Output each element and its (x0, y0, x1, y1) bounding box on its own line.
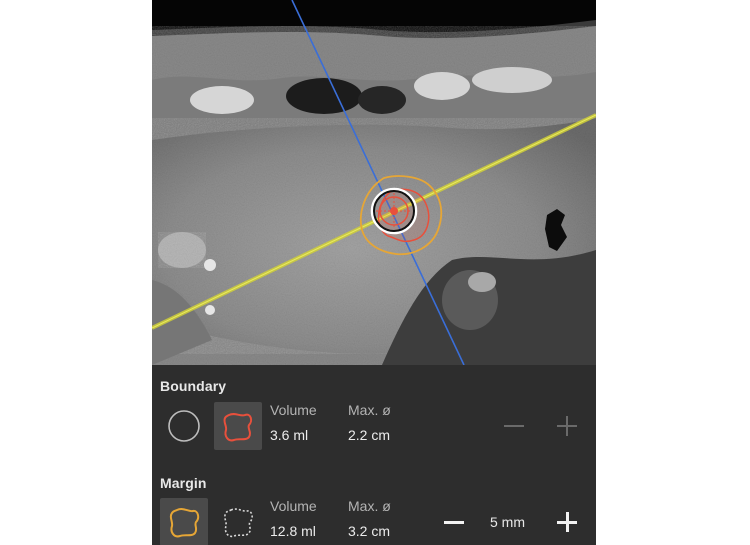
margin-volume-label: Volume (270, 498, 317, 514)
margin-volume-value: 12.8 ml (270, 523, 316, 539)
boundary-increase-button[interactable] (554, 413, 580, 439)
boundary-diameter-label: Max. ø (348, 402, 391, 418)
minus-icon (444, 520, 464, 524)
ct-scan-image (152, 0, 596, 365)
ablation-planning-panel: Boundary Volume 3.6 ml Max. ø 2.2 cm Mar… (152, 0, 596, 545)
dotted-freeform-shape-icon (224, 508, 253, 538)
margin-diameter-value: 3.2 cm (348, 523, 391, 539)
boundary-freeform-tool-button[interactable] (214, 402, 262, 450)
boundary-decrease-button[interactable] (501, 413, 527, 439)
boundary-volume-label: Volume (270, 402, 317, 418)
margin-freeform-tool-button[interactable] (160, 498, 208, 545)
margin-size-value: 5 mm (490, 514, 525, 530)
margin-decrease-button[interactable] (441, 509, 467, 535)
boundary-diameter-value: 2.2 cm (348, 427, 391, 443)
plus-icon (566, 416, 568, 436)
red-freeform-shape-icon (223, 413, 253, 442)
boundary-section-title: Boundary (160, 378, 227, 394)
boundary-volume-value: 3.6 ml (270, 427, 309, 443)
margin-increase-button[interactable] (554, 509, 580, 535)
minus-icon (504, 425, 524, 427)
margin-dotted-tool-button[interactable] (214, 498, 262, 545)
circle-tool-button[interactable] (160, 402, 208, 450)
margin-diameter-label: Max. ø (348, 498, 391, 514)
target-center-marker (390, 207, 398, 215)
plus-icon (565, 512, 569, 532)
boundary-contour (377, 188, 430, 243)
orange-freeform-shape-icon (169, 508, 200, 538)
circle-outline-icon (168, 410, 200, 442)
margin-section-title: Margin (160, 475, 207, 491)
ct-image-viewer[interactable] (152, 0, 596, 365)
